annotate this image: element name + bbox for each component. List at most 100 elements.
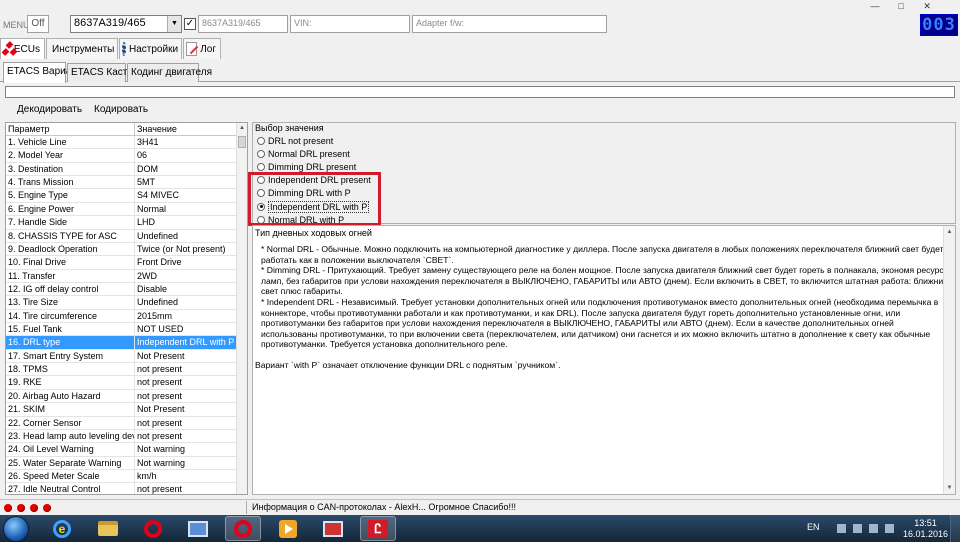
gear-icon [122, 42, 126, 56]
table-row[interactable]: 26. Speed Meter Scale km/h [6, 469, 237, 484]
network-icon[interactable] [853, 524, 862, 533]
table-row[interactable]: 5. Engine Type S4 MIVEC [6, 189, 237, 203]
settings-button[interactable]: Настройки [119, 38, 182, 59]
table-row[interactable]: 4. Trans Mission 5MT [6, 176, 237, 190]
column-header-value[interactable]: Значение [135, 123, 237, 135]
close-icon[interactable]: ✕ [919, 0, 935, 12]
table-row[interactable]: 19. RKE not present [6, 376, 237, 390]
log-button[interactable]: Лог [183, 38, 221, 59]
clock[interactable]: 13:51 16.01.2016 [903, 518, 948, 540]
table-row[interactable]: 21. SKIM Not Present [6, 403, 237, 417]
table-row[interactable]: 10. Final Drive Front Drive [6, 256, 237, 270]
table-row[interactable]: 15. Fuel Tank NOT USED [6, 323, 237, 337]
taskbar-ie[interactable]: e [44, 516, 80, 541]
taskbar-mut-app[interactable]: Ꮭ [360, 516, 396, 541]
row-value: not present [137, 417, 183, 428]
radio-button[interactable] [257, 162, 265, 171]
tab-engine-coding[interactable]: Кодинг двигателя [127, 63, 212, 82]
row-parameter: 14. Tire circumference [6, 309, 135, 323]
row-value: Not Present [137, 350, 185, 361]
value-option[interactable]: DRL not present [257, 134, 371, 147]
decode-button[interactable]: Декодировать [17, 104, 82, 115]
row-parameter: 8. CHASSIS TYPE for ASC [6, 229, 135, 242]
encode-button[interactable]: Кодировать [94, 104, 148, 115]
table-row[interactable]: 25. Water Separate Warning Not warning [6, 456, 237, 470]
tab-etacs-variant[interactable]: ETACS Вариант [3, 62, 81, 83]
table-row[interactable]: 7. Handle Side LHD [6, 216, 237, 230]
taskbar-program[interactable] [180, 516, 216, 541]
taskbar-media-player[interactable] [270, 516, 306, 541]
coding-string-field[interactable] [5, 86, 955, 98]
row-parameter: 13. Tire Size [6, 296, 135, 309]
table-row[interactable]: 14. Tire circumference 2015mm [6, 309, 237, 324]
tools-button[interactable]: Инструменты [46, 38, 118, 59]
table-scrollbar[interactable]: ▲ [236, 123, 247, 494]
flag-icon[interactable] [885, 524, 894, 533]
radio-button[interactable] [257, 149, 265, 158]
maximize-icon[interactable]: □ [893, 0, 909, 12]
ecus-button[interactable]: ECUs [0, 38, 45, 59]
row-value: not present [137, 377, 183, 388]
row-value: Not Present [137, 404, 185, 415]
table-row[interactable]: 2. Model Year 06 [6, 149, 237, 163]
menu-label[interactable]: MENU [3, 20, 30, 30]
ecu-checkbox[interactable]: ✓ [184, 18, 196, 30]
table-row[interactable]: 13. Tire Size Undefined [6, 296, 237, 310]
table-row[interactable]: 8. CHASSIS TYPE for ASC Undefined [6, 229, 237, 243]
value-option-label: Dimming DRL present [268, 161, 357, 172]
description-paragraph: Вариант `with P` означает отключение фун… [255, 359, 561, 370]
app-icon [323, 520, 343, 537]
off-button[interactable]: Off [27, 15, 49, 33]
taskbar-app[interactable] [315, 516, 351, 541]
table-row[interactable]: 20. Airbag Auto Hazard not present [6, 389, 237, 404]
language-indicator[interactable]: EN [807, 522, 820, 532]
row-value: Disable [137, 283, 168, 294]
tray-icon[interactable] [837, 524, 846, 533]
taskbar-explorer[interactable] [90, 516, 126, 541]
table-row[interactable]: 18. TPMS not present [6, 363, 237, 377]
adapter-firmware-field: Adapter f/w: [412, 15, 607, 33]
scroll-down-icon[interactable]: ▼ [944, 482, 955, 494]
table-row[interactable]: 6. Engine Power Normal [6, 202, 237, 217]
table-row[interactable]: 3. Destination DOM [6, 162, 237, 177]
table-row[interactable]: 27. Idle Neutral Control not present [6, 483, 237, 494]
value-option[interactable]: Normal DRL present [257, 147, 371, 160]
column-header-parameter[interactable]: Параметр [6, 123, 135, 135]
table-row[interactable]: 17. Smart Entry System Not Present [6, 349, 237, 364]
show-desktop-button[interactable] [950, 515, 960, 542]
table-row[interactable]: 22. Corner Sensor not present [6, 416, 237, 430]
ecu-combo[interactable]: 8637A319/465 ▼ [70, 15, 182, 33]
scroll-thumb[interactable] [238, 136, 246, 148]
row-parameter: 1. Vehicle Line [6, 136, 135, 149]
scroll-up-icon[interactable]: ▲ [237, 123, 247, 133]
taskbar-opera-window[interactable] [225, 516, 261, 541]
description-scrollbar[interactable]: ▲ ▼ [943, 226, 955, 494]
top-bar: MENU Off 8637A319/465 ▼ ✓ 8637A319/465 V… [0, 0, 960, 38]
table-row[interactable]: 11. Transfer 2WD [6, 269, 237, 283]
radio-button[interactable] [257, 136, 265, 145]
row-value: LHD [137, 217, 156, 228]
start-button[interactable] [3, 516, 29, 542]
chevron-down-icon[interactable]: ▼ [167, 16, 181, 32]
row-parameter: 3. Destination [6, 162, 135, 176]
table-row[interactable]: 1. Vehicle Line 3H41 [6, 136, 237, 150]
status-bar: Информация о CAN-протоколах - AlexH... О… [0, 499, 960, 515]
table-row[interactable]: 9. Deadlock Operation Twice (or Not prese… [6, 242, 237, 257]
row-value: Twice (or Not present) [137, 243, 226, 254]
parameter-table: Параметр Значение 1. Vehicle Line 3H41 2. … [5, 122, 248, 495]
taskbar-opera[interactable] [135, 516, 171, 541]
mut-logo-icon: Ꮭ [368, 519, 388, 538]
tab-etacs-custom[interactable]: ETACS Кастом [67, 63, 140, 82]
table-row[interactable]: 16. DRL type Independent DRL with P [6, 336, 237, 350]
volume-icon[interactable] [869, 524, 878, 533]
row-parameter: 18. TPMS [6, 363, 135, 376]
table-row[interactable]: 23. Head lamp auto leveling device not pr… [6, 429, 237, 444]
system-tray: EN 13:51 16.01.2016 [795, 515, 960, 542]
table-row[interactable]: 24. Oil Level Warning Not warning [6, 443, 237, 457]
settings-label: Настройки [129, 43, 179, 55]
scroll-up-icon[interactable]: ▲ [944, 226, 955, 238]
table-row[interactable]: 12. IG off delay control Disable [6, 282, 237, 297]
row-parameter: 12. IG off delay control [6, 282, 135, 296]
main-toolbar: ECUs Инструменты Настройки Лог [0, 38, 960, 60]
minimize-icon[interactable]: — [867, 0, 883, 12]
